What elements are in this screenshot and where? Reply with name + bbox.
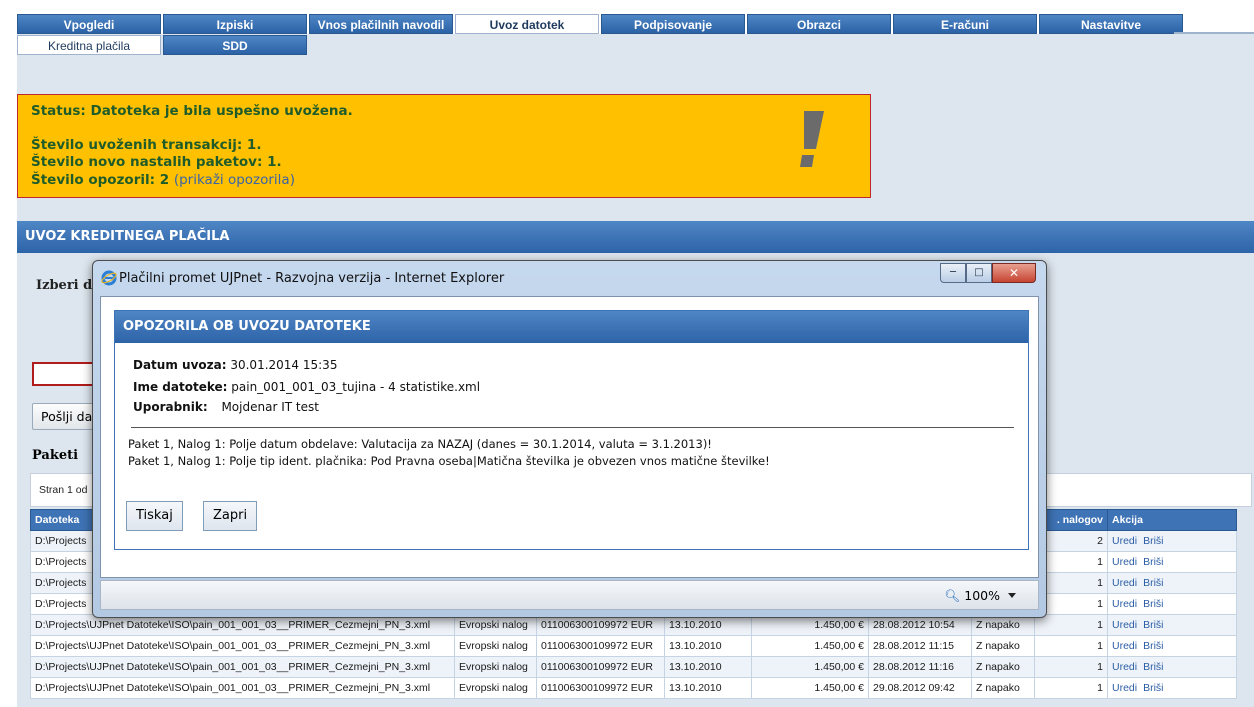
tab-obrazci[interactable]: Obrazci <box>747 14 891 34</box>
subtab-kreditna-placila[interactable]: Kreditna plačila <box>17 35 161 55</box>
cell-type: Evropski nalog <box>454 635 537 657</box>
cell-file: D:\Projects\UJPnet Datoteke\ISO\pain_001… <box>30 656 455 678</box>
tab-vnos-placilnih-navodil[interactable]: Vnos plačilnih navodil <box>309 14 453 34</box>
warning-message: Paket 1, Nalog 1: Polje datum obdelave: … <box>128 437 712 451</box>
cell-account: 011006300109972 EUR <box>536 677 665 699</box>
cell-created: 28.08.2012 11:16 <box>868 656 972 678</box>
ie-content-area: OPOZORILA OB UVOZU DATOTEKE Datum uvoza:… <box>100 296 1039 578</box>
file-name-row: Ime datoteke: pain_001_001_03_tujina - 4… <box>133 380 480 394</box>
delete-link[interactable]: Briši <box>1143 535 1163 547</box>
cell-type: Evropski nalog <box>454 677 537 699</box>
cell-state: Z napako <box>971 635 1035 657</box>
delete-link[interactable]: Briši <box>1143 661 1163 673</box>
edit-link[interactable]: Uredi <box>1112 619 1137 631</box>
delete-link[interactable]: Briši <box>1143 640 1163 652</box>
status-box: Status: Datoteka je bila uspešno uvožena… <box>17 94 871 198</box>
show-warnings-link[interactable]: (prikaži opozorila) <box>174 172 295 188</box>
edit-link[interactable]: Uredi <box>1112 556 1137 568</box>
warnings-count: Število opozoril: 2 (prikaži opozorila) <box>31 172 295 188</box>
cell-date: 13.10.2010 <box>664 677 752 699</box>
warnings-count-text: Število opozoril: 2 <box>31 172 170 188</box>
cell-count: 1 <box>1034 677 1108 699</box>
file-name-value: pain_001_001_03_tujina - 4 statistike.xm… <box>231 380 481 394</box>
cell-state: Z napako <box>971 677 1035 699</box>
cell-amount: 1.450,00 € <box>751 677 869 699</box>
warning-message: Paket 1, Nalog 1: Polje tip ident. plačn… <box>128 454 770 468</box>
delete-link[interactable]: Briši <box>1143 619 1163 631</box>
file-name-label: Ime datoteke: <box>133 380 228 394</box>
user-label: Uporabnik: <box>133 400 208 414</box>
cell-type: Evropski nalog <box>454 656 537 678</box>
dialog-title: OPOZORILA OB UVOZU DATOTEKE <box>115 311 1028 343</box>
tab-nastavitve[interactable]: Nastavitve <box>1039 14 1183 34</box>
cell-amount: 1.450,00 € <box>751 635 869 657</box>
edit-link[interactable]: Uredi <box>1112 682 1137 694</box>
tab-podpisovanje[interactable]: Podpisovanje <box>601 14 745 34</box>
tab-strip-divider <box>1174 32 1254 34</box>
tab-izpiski[interactable]: Izpiski <box>163 14 307 34</box>
import-date-row: Datum uvoza: 30.01.2014 15:35 <box>133 358 337 372</box>
new-packages: Število novo nastalih paketov: 1. <box>31 154 282 170</box>
zoom-icon: 🔍︎ <box>944 588 961 603</box>
import-date-value: 30.01.2014 15:35 <box>230 358 338 372</box>
divider <box>131 427 1014 428</box>
user-row: Uporabnik: Mojdenar IT test <box>133 400 319 414</box>
warnings-dialog: OPOZORILA OB UVOZU DATOTEKE Datum uvoza:… <box>114 310 1029 550</box>
ie-status-bar: 🔍︎ 100% <box>100 580 1039 610</box>
tab-vpogledi[interactable]: Vpogledi <box>17 14 161 34</box>
delete-link[interactable]: Briši <box>1143 682 1163 694</box>
cell-state: Z napako <box>971 656 1035 678</box>
delete-link[interactable]: Briši <box>1143 598 1163 610</box>
col-akcija: Akcija <box>1107 509 1237 531</box>
packages-heading: Paketi <box>32 448 79 463</box>
exclamation-icon <box>800 111 824 167</box>
print-button[interactable]: Tiskaj <box>126 501 183 531</box>
cell-date: 13.10.2010 <box>664 635 752 657</box>
edit-link[interactable]: Uredi <box>1112 640 1137 652</box>
cell-date: 13.10.2010 <box>664 656 752 678</box>
sub-tabs: Kreditna plačila SDD <box>17 35 309 55</box>
table-row: D:\Projects\UJPnet Datoteke\ISO\pain_001… <box>30 635 1237 657</box>
zoom-value: 100% <box>964 588 1000 603</box>
edit-link[interactable]: Uredi <box>1112 535 1137 547</box>
ie-popup-window: Plačilni promet UJPnet - Razvojna verzij… <box>92 260 1047 618</box>
zoom-level[interactable]: 🔍︎ 100% <box>944 588 1000 604</box>
tab-e-racuni[interactable]: E-računi <box>893 14 1037 34</box>
cell-file: D:\Projects\UJPnet Datoteke\ISO\pain_001… <box>30 677 455 699</box>
status-text: Status: Datoteka je bila uspešno uvožena… <box>31 103 353 119</box>
subtab-sdd[interactable]: SDD <box>163 35 307 55</box>
user-value: Mojdenar IT test <box>221 400 319 414</box>
cell-created: 28.08.2012 11:15 <box>868 635 972 657</box>
import-date-label: Datum uvoza: <box>133 358 227 372</box>
table-row: D:\Projects\UJPnet Datoteke\ISO\pain_001… <box>30 677 1237 699</box>
edit-link[interactable]: Uredi <box>1112 577 1137 589</box>
cell-account: 011006300109972 EUR <box>536 656 665 678</box>
window-controls: ─ □ ✕ <box>940 263 1036 283</box>
section-header: UVOZ KREDITNEGA PLAČILA <box>17 221 1254 253</box>
maximize-button[interactable]: □ <box>966 263 992 283</box>
edit-link[interactable]: Uredi <box>1112 598 1137 610</box>
close-window-button[interactable]: ✕ <box>992 263 1036 283</box>
cell-count: 1 <box>1034 614 1108 636</box>
window-title: Plačilni promet UJPnet - Razvojna verzij… <box>119 271 505 286</box>
edit-link[interactable]: Uredi <box>1112 661 1137 673</box>
cell-created: 29.08.2012 09:42 <box>868 677 972 699</box>
cell-amount: 1.450,00 € <box>751 656 869 678</box>
close-button[interactable]: Zapri <box>203 501 258 531</box>
zoom-dropdown-icon[interactable] <box>1008 593 1016 598</box>
cell-count: 1 <box>1034 635 1108 657</box>
imported-transactions: Število uvoženih transakcij: 1. <box>31 137 262 153</box>
main-tabs: Vpogledi Izpiski Vnos plačilnih navodil … <box>17 14 1185 34</box>
cell-count: 1 <box>1034 656 1108 678</box>
tab-uvoz-datotek[interactable]: Uvoz datotek <box>455 14 599 34</box>
pager-text: Stran 1 od <box>39 484 88 496</box>
cell-file: D:\Projects\UJPnet Datoteke\ISO\pain_001… <box>30 635 455 657</box>
delete-link[interactable]: Briši <box>1143 577 1163 589</box>
delete-link[interactable]: Briši <box>1143 556 1163 568</box>
internet-explorer-icon <box>101 270 117 286</box>
table-row: D:\Projects\UJPnet Datoteke\ISO\pain_001… <box>30 656 1237 678</box>
minimize-button[interactable]: ─ <box>940 263 966 283</box>
cell-account: 011006300109972 EUR <box>536 635 665 657</box>
